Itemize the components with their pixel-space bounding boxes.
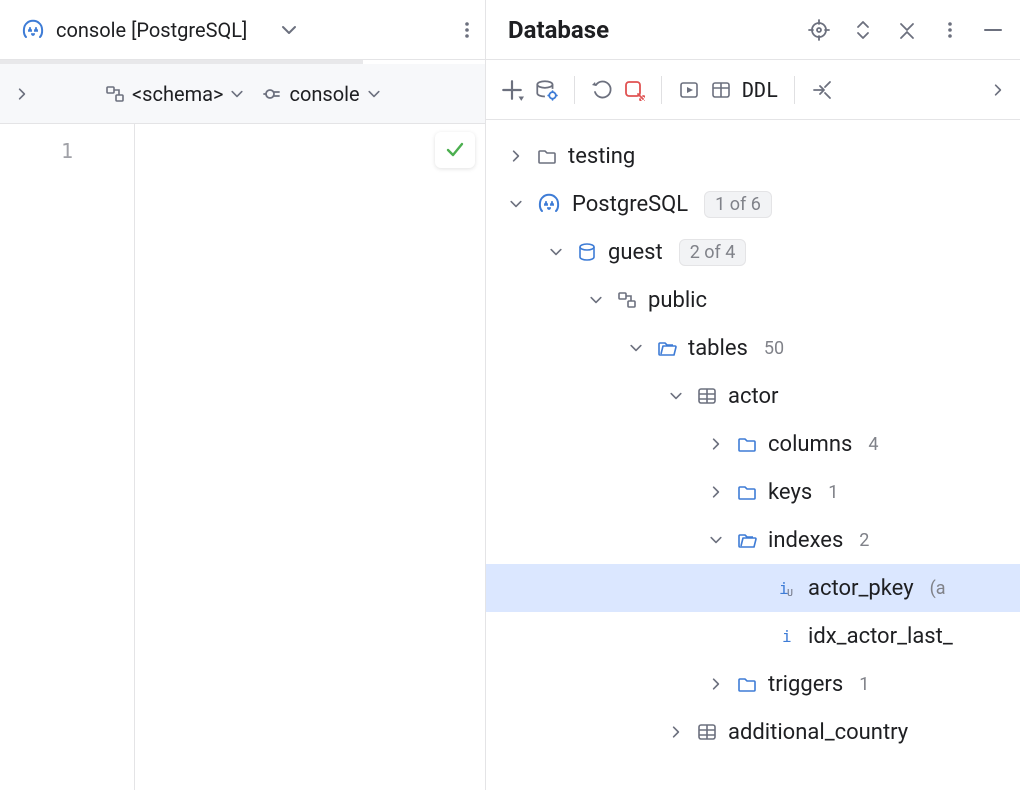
- schema-icon: [104, 83, 126, 105]
- tree-item-testing[interactable]: testing: [486, 132, 1020, 180]
- ddl-button[interactable]: DDL: [742, 78, 778, 102]
- database-header: Database: [486, 0, 1020, 60]
- chevron-down-icon: [366, 86, 382, 102]
- tree-label: indexes: [768, 528, 843, 553]
- tree-label: idx_actor_last_: [808, 624, 953, 649]
- chevron-down-icon: [229, 86, 245, 102]
- tree-label: triggers: [768, 672, 843, 697]
- stop-icon[interactable]: [623, 79, 645, 101]
- count-badge: 2 of 4: [679, 239, 747, 266]
- focus-icon[interactable]: [808, 19, 830, 41]
- table-icon: [696, 385, 718, 407]
- count-hint: 50: [764, 338, 784, 359]
- count-hint: 4: [868, 434, 878, 455]
- index-icon: [776, 625, 798, 647]
- index-unique-icon: [776, 577, 798, 599]
- schema-selector[interactable]: <schema>: [102, 78, 247, 110]
- tab-title: console [PostgreSQL]: [56, 18, 247, 42]
- toolbar-overflow-icon[interactable]: [990, 82, 1006, 98]
- count-hint: 1: [828, 482, 838, 503]
- jump-to-console-icon[interactable]: [678, 79, 700, 101]
- tree-label: actor: [728, 384, 778, 409]
- refresh-icon[interactable]: [591, 79, 613, 101]
- inspection-status[interactable]: [435, 132, 475, 168]
- check-icon: [444, 139, 466, 161]
- tree-label: additional_country: [728, 720, 908, 745]
- editor-gutter: 1: [0, 124, 135, 790]
- tree-item-guest[interactable]: guest 2 of 4: [486, 228, 1020, 276]
- breadcrumb-expand-icon[interactable]: [14, 86, 30, 102]
- tree-label: columns: [768, 432, 852, 457]
- tree-label: public: [648, 288, 707, 313]
- tree-item-idx-actor-last[interactable]: idx_actor_last_: [486, 612, 1020, 660]
- database-tree: testing PostgreSQL 1 of 6 guest 2 of 4: [486, 120, 1020, 790]
- tree-label: tables: [688, 336, 748, 361]
- editor-pane: console [PostgreSQL] <schema> console: [0, 0, 486, 790]
- tree-item-public[interactable]: public: [486, 276, 1020, 324]
- datasource-properties-icon[interactable]: [534, 78, 558, 102]
- tree-item-indexes[interactable]: indexes 2: [486, 516, 1020, 564]
- count-hint: 2: [859, 530, 869, 551]
- session-selector[interactable]: console: [259, 78, 383, 110]
- collapse-all-icon[interactable]: [896, 19, 918, 41]
- editor-tabbar: console [PostgreSQL]: [0, 0, 485, 60]
- editor-text-area[interactable]: [135, 124, 485, 790]
- tree-label: PostgreSQL: [572, 192, 688, 217]
- tree-label: testing: [568, 144, 635, 169]
- hide-icon[interactable]: [982, 19, 1004, 41]
- add-icon[interactable]: [500, 78, 524, 102]
- folder-icon: [536, 145, 558, 167]
- database-toolbar: DDL: [486, 60, 1020, 120]
- folder-icon: [736, 433, 758, 455]
- jump-to-source-icon[interactable]: [811, 79, 833, 101]
- tree-label: guest: [608, 240, 663, 265]
- schema-label: <schema>: [132, 82, 223, 106]
- tree-item-tables[interactable]: tables 50: [486, 324, 1020, 372]
- count-badge: 1 of 6: [704, 191, 772, 218]
- options-icon[interactable]: [940, 20, 960, 40]
- folder-open-icon: [736, 529, 758, 551]
- editor-body: 1: [0, 124, 485, 790]
- folder-icon: [736, 673, 758, 695]
- separator: [574, 76, 575, 104]
- line-number: 1: [0, 134, 134, 168]
- session-label: console: [289, 82, 359, 106]
- tab-more-icon[interactable]: [457, 20, 477, 40]
- table-icon: [696, 721, 718, 743]
- count-hint: 1: [859, 674, 869, 695]
- tree-item-actor[interactable]: actor: [486, 372, 1020, 420]
- table-editor-icon[interactable]: [710, 79, 732, 101]
- tree-item-keys[interactable]: keys 1: [486, 468, 1020, 516]
- tab-chevron-down-icon[interactable]: [279, 20, 299, 40]
- postgresql-icon: [536, 191, 562, 217]
- plug-icon: [261, 83, 283, 105]
- tree-label: actor_pkey: [808, 576, 914, 601]
- editor-tab-console[interactable]: console [PostgreSQL]: [8, 1, 311, 59]
- tree-label: keys: [768, 480, 812, 505]
- editor-toolbar: <schema> console: [0, 64, 485, 124]
- tree-item-postgresql[interactable]: PostgreSQL 1 of 6: [486, 180, 1020, 228]
- schema-icon: [616, 289, 638, 311]
- tree-hint: (a: [930, 578, 946, 599]
- folder-icon: [736, 481, 758, 503]
- database-title: Database: [508, 16, 609, 44]
- tree-item-additional-country[interactable]: additional_country: [486, 708, 1020, 756]
- folder-open-icon: [656, 337, 678, 359]
- expand-collapse-icon[interactable]: [852, 19, 874, 41]
- postgresql-icon: [20, 17, 46, 43]
- database-icon: [576, 241, 598, 263]
- separator: [794, 76, 795, 104]
- tree-item-columns[interactable]: columns 4: [486, 420, 1020, 468]
- database-toolwindow: Database DDL: [486, 0, 1020, 790]
- separator: [661, 76, 662, 104]
- tree-item-actor-pkey[interactable]: actor_pkey (a: [486, 564, 1020, 612]
- tree-item-triggers[interactable]: triggers 1: [486, 660, 1020, 708]
